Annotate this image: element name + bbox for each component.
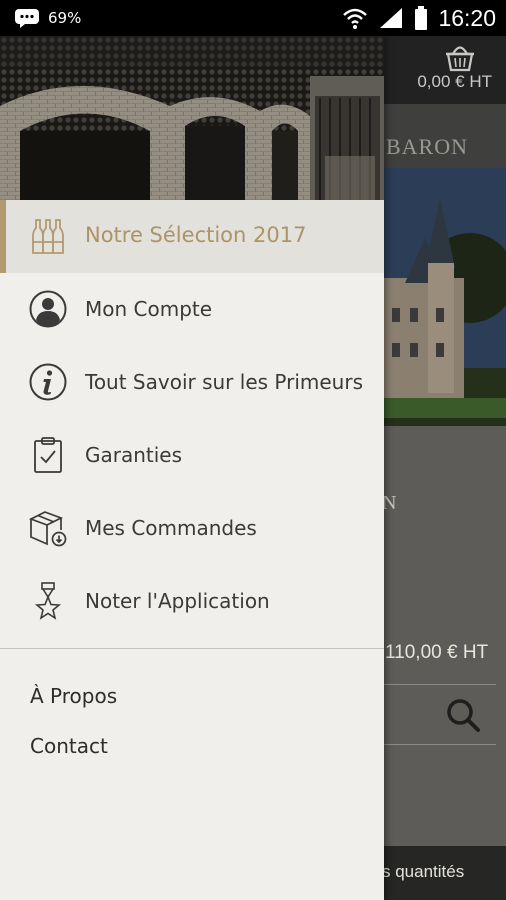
menu-item-garanties[interactable]: Garanties bbox=[0, 419, 384, 492]
drawer-menu: Notre Sélection 2017 Mon Compte Tout Sav… bbox=[0, 200, 384, 638]
search-divider-top bbox=[382, 684, 496, 685]
drawer-header-image bbox=[0, 36, 384, 200]
menu-item-label: Mes Commandes bbox=[85, 516, 257, 540]
menu-item-label: Mon Compte bbox=[85, 297, 213, 321]
link-a-propos[interactable]: À Propos bbox=[30, 684, 117, 708]
account-icon bbox=[29, 290, 67, 328]
package-icon bbox=[28, 511, 67, 547]
menu-item-label: Tout Savoir sur les Primeurs bbox=[85, 370, 363, 394]
menu-item-mon-compte[interactable]: Mon Compte bbox=[0, 273, 384, 346]
cart-button[interactable]: 0,00 € HT bbox=[402, 42, 492, 92]
medal-star-icon bbox=[34, 582, 62, 620]
product-title: N bbox=[382, 492, 397, 514]
cart-total: 0,00 € HT bbox=[417, 72, 492, 91]
bottom-bar-label: s quantités bbox=[382, 862, 465, 881]
search-icon[interactable] bbox=[444, 696, 482, 734]
message-icon bbox=[15, 9, 39, 28]
menu-item-notre-selection[interactable]: Notre Sélection 2017 bbox=[0, 200, 384, 273]
signal-icon bbox=[380, 8, 403, 28]
navigation-drawer: Notre Sélection 2017 Mon Compte Tout Sav… bbox=[0, 36, 384, 900]
menu-item-mes-commandes[interactable]: Mes Commandes bbox=[0, 492, 384, 565]
menu-item-noter[interactable]: Noter l'Application bbox=[0, 565, 384, 638]
basket-icon bbox=[446, 46, 474, 72]
menu-item-label: Garanties bbox=[85, 443, 183, 467]
wine-bottles-icon bbox=[32, 219, 64, 254]
product-price: 110,00 € HT bbox=[385, 642, 489, 663]
wifi-icon bbox=[343, 8, 368, 29]
drawer-divider bbox=[0, 648, 384, 649]
battery-percent: 69% bbox=[48, 9, 82, 27]
brand-name: BARON bbox=[386, 134, 469, 159]
search-divider-bottom bbox=[382, 744, 496, 745]
menu-item-label: Notre Sélection 2017 bbox=[85, 223, 307, 247]
link-contact[interactable]: Contact bbox=[30, 734, 108, 758]
status-bar: 69% 16:20 bbox=[0, 0, 506, 36]
menu-item-tout-savoir[interactable]: Tout Savoir sur les Primeurs bbox=[0, 346, 384, 419]
menu-item-label: Noter l'Application bbox=[85, 589, 270, 613]
clock: 16:20 bbox=[438, 4, 496, 31]
battery-icon bbox=[415, 6, 428, 30]
info-icon bbox=[29, 363, 67, 401]
clipboard-check-icon bbox=[34, 437, 62, 473]
